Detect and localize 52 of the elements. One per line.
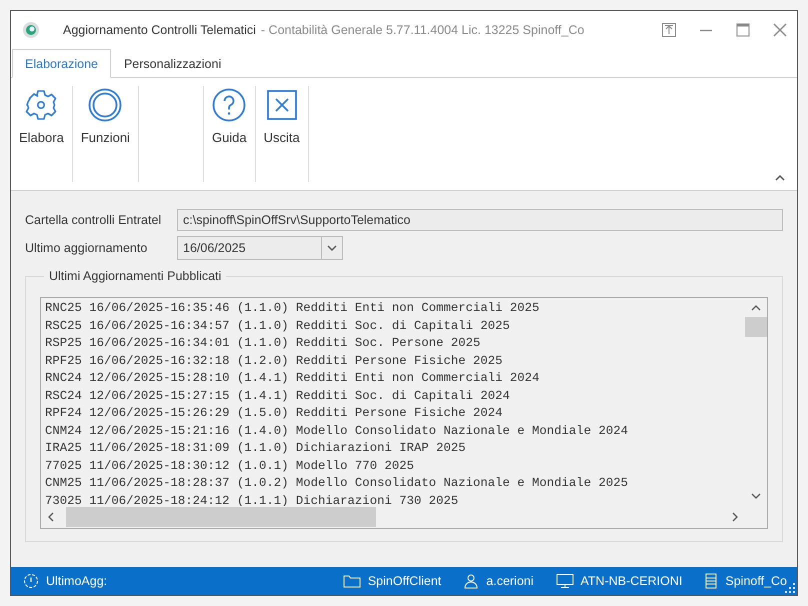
scroll-thumb[interactable] <box>66 507 376 527</box>
window-subtitle: - Contabilità Generale 5.77.11.4004 Lic. 13225 Spinoff_Co <box>260 23 584 37</box>
update-label: Ultimo aggiornamento <box>25 241 148 255</box>
status-text: Spinoff_Co <box>725 574 787 588</box>
folder-field[interactable]: c:\spinoff\SpinOffSrv\SupportoTelematico <box>177 209 783 231</box>
updates-list[interactable] <box>40 297 768 529</box>
pin-icon[interactable] <box>662 23 676 37</box>
collapse-icon[interactable] <box>775 174 785 181</box>
app-logo-icon <box>22 21 40 39</box>
ribbon-button[interactable]: Elabora <box>17 86 66 147</box>
folder-icon <box>342 573 361 589</box>
ribbon-button[interactable]: Guida <box>210 86 249 147</box>
list-item[interactable]: CNM25 11/06/2025-18:28:37 (1.0.2) Modello Consolidato Nazionale e Mondiale 2025 <box>45 475 741 492</box>
status-text: UltimoAgg: <box>46 574 108 588</box>
ribbon-button[interactable]: Uscita <box>262 86 302 147</box>
ribbon-tab[interactable]: Personalizzazioni <box>110 49 234 78</box>
status-text: a.cerioni <box>486 574 534 588</box>
chevron-left-icon[interactable] <box>47 512 54 522</box>
date-dropdown[interactable]: 16/06/2025 <box>177 236 343 260</box>
scroll-thumb[interactable] <box>745 317 767 337</box>
close-icon[interactable] <box>773 23 787 37</box>
list-item[interactable]: RNC24 12/06/2025-15:28:10 (1.4.1) Redditi Enti non Commerciali 2024 <box>45 370 741 388</box>
chevron-up-icon[interactable] <box>751 304 761 311</box>
list-item[interactable]: IRA25 11/06/2025-18:31:09 (1.1.0) Dichiarazioni IRAP 2025 <box>45 440 741 458</box>
list-item[interactable]: CNM24 12/06/2025-15:21:16 (1.4.0) Modello Consolidato Nazionale e Mondiale 2024 <box>45 422 741 440</box>
group-title: Ultimi Aggiornamenti Pubblicati <box>48 269 222 283</box>
chevron-right-icon[interactable] <box>732 512 739 522</box>
status-text: SpinOffClient <box>368 574 442 588</box>
list-item[interactable]: RPF25 16/06/2025-16:32:18 (1.2.0) Redditi Persone Fisiche 2025 <box>45 352 741 370</box>
list-item[interactable]: RPF24 12/06/2025-15:26:29 (1.5.0) Redditi Persone Fisiche 2024 <box>45 405 741 422</box>
resize-grip-icon[interactable] <box>785 583 795 593</box>
monitor-icon <box>556 573 574 589</box>
maximize-icon[interactable] <box>736 23 750 37</box>
window-title: Aggiornamento Controlli Telematici <box>63 23 256 37</box>
list-item[interactable]: RSC25 16/06/2025-16:34:57 (1.1.0) Redditi Soc. di Capitali 2025 <box>45 318 741 335</box>
ring-icon <box>88 88 122 122</box>
server-icon <box>704 573 718 589</box>
list-item[interactable]: 77025 11/06/2025-18:30:12 (1.0.1) Modello 770 2025 <box>45 458 741 475</box>
help-icon <box>212 88 246 122</box>
list-item[interactable]: RSC24 12/06/2025-15:27:15 (1.4.1) Redditi Soc. di Capitali 2024 <box>45 388 741 405</box>
status-text: ATN-NB-CERIONI <box>580 574 682 588</box>
user-icon <box>463 573 480 589</box>
gear-icon <box>24 88 58 122</box>
chevron-down-icon[interactable] <box>751 493 761 500</box>
list-item[interactable]: RSP25 16/06/2025-16:34:01 (1.1.0) Redditi Soc. Persone 2025 <box>45 335 741 352</box>
clock-icon <box>23 573 39 589</box>
list-item[interactable]: RNC25 16/06/2025-16:35:46 (1.1.0) Redditi Enti non Commerciali 2025 <box>45 300 741 318</box>
folder-label: Cartella controlli Entratel <box>25 213 162 227</box>
close-box-icon <box>264 88 299 122</box>
ribbon-button[interactable]: Funzioni <box>78 86 132 147</box>
list-item[interactable]: 73025 11/06/2025-18:24:12 (1.1.1) Dichiarazioni 730 2025 <box>45 492 741 506</box>
ribbon-tab[interactable]: Elaborazione <box>12 49 111 78</box>
